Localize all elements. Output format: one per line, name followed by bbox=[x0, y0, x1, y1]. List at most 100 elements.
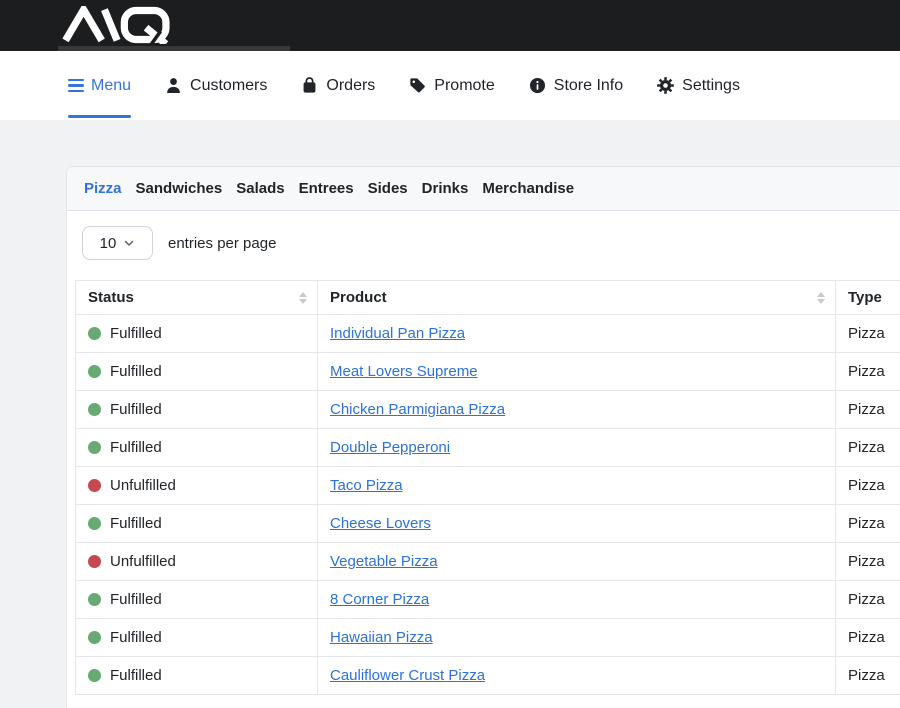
category-tab[interactable]: Sides bbox=[368, 180, 408, 197]
status-cell: Fulfilled bbox=[76, 391, 318, 429]
category-tab[interactable]: Merchandise bbox=[482, 180, 574, 197]
status-dot bbox=[88, 479, 101, 492]
type-cell: Pizza bbox=[836, 467, 900, 505]
column-header-status[interactable]: Status bbox=[76, 281, 318, 315]
product-link[interactable]: Cauliflower Crust Pizza bbox=[330, 667, 485, 684]
type-cell: Pizza bbox=[836, 581, 900, 619]
column-header-type[interactable]: Type bbox=[836, 281, 900, 315]
product-cell: Vegetable Pizza bbox=[318, 543, 836, 581]
chevron-down-icon bbox=[123, 237, 135, 249]
page-body: Pizza Sandwiches Salads Entrees Sides bbox=[0, 120, 900, 708]
column-header-product[interactable]: Product bbox=[318, 281, 836, 315]
sort-icon[interactable] bbox=[299, 292, 307, 304]
nav-item-label: Orders bbox=[326, 77, 375, 95]
status-label: Unfulfilled bbox=[110, 553, 176, 570]
type-cell: Pizza bbox=[836, 429, 900, 467]
bag-icon bbox=[300, 76, 319, 95]
status-dot bbox=[88, 593, 101, 606]
status-label: Fulfilled bbox=[110, 401, 162, 418]
category-tab[interactable]: Salads bbox=[236, 180, 284, 197]
category-tab[interactable]: Entrees bbox=[299, 180, 354, 197]
product-cell: Cauliflower Crust Pizza bbox=[318, 657, 836, 695]
category-tab-label: Merchandise bbox=[482, 180, 574, 197]
category-tab-label: Sides bbox=[368, 180, 408, 197]
category-tab-label: Salads bbox=[236, 180, 284, 197]
category-tab[interactable]: Sandwiches bbox=[136, 180, 223, 197]
status-cell: Fulfilled bbox=[76, 505, 318, 543]
person-icon bbox=[164, 76, 183, 95]
nav-item-label: Promote bbox=[434, 77, 494, 95]
product-link[interactable]: Hawaiian Pizza bbox=[330, 629, 433, 646]
table-row: Unfulfilled Vegetable Pizza Pizza bbox=[76, 543, 900, 581]
column-header-label: Product bbox=[330, 289, 387, 306]
status-label: Fulfilled bbox=[110, 591, 162, 608]
product-link[interactable]: Taco Pizza bbox=[330, 477, 403, 494]
status-dot bbox=[88, 555, 101, 568]
status-dot bbox=[88, 441, 101, 454]
type-label: Pizza bbox=[848, 401, 885, 418]
nav-item-store-info[interactable]: Store Info bbox=[528, 51, 623, 120]
status-cell: Unfulfilled bbox=[76, 543, 318, 581]
status-label: Fulfilled bbox=[110, 667, 162, 684]
products-table: Status Product Type bbox=[75, 280, 900, 695]
status-cell: Fulfilled bbox=[76, 429, 318, 467]
nav-item-settings[interactable]: Settings bbox=[656, 51, 740, 120]
nav-item-customers[interactable]: Customers bbox=[164, 51, 267, 120]
type-cell: Pizza bbox=[836, 391, 900, 429]
status-label: Fulfilled bbox=[110, 325, 162, 342]
status-label: Fulfilled bbox=[110, 629, 162, 646]
category-tab[interactable]: Drinks bbox=[422, 180, 469, 197]
table-controls: 10 entries per page bbox=[67, 211, 900, 260]
product-cell: 8 Corner Pizza bbox=[318, 581, 836, 619]
entries-per-page-value: 10 bbox=[100, 235, 117, 252]
nav-item-promote[interactable]: Promote bbox=[408, 51, 494, 120]
product-link[interactable]: Meat Lovers Supreme bbox=[330, 363, 478, 380]
product-cell: Double Pepperoni bbox=[318, 429, 836, 467]
product-link[interactable]: Double Pepperoni bbox=[330, 439, 450, 456]
status-cell: Fulfilled bbox=[76, 315, 318, 353]
type-label: Pizza bbox=[848, 553, 885, 570]
status-dot bbox=[88, 403, 101, 416]
column-header-label: Type bbox=[848, 289, 882, 306]
nav-item-menu[interactable]: Menu bbox=[68, 51, 131, 120]
aiq-logo bbox=[59, 6, 177, 49]
product-link[interactable]: Individual Pan Pizza bbox=[330, 325, 465, 342]
type-label: Pizza bbox=[848, 629, 885, 646]
type-cell: Pizza bbox=[836, 315, 900, 353]
type-label: Pizza bbox=[848, 667, 885, 684]
category-tab-label: Pizza bbox=[84, 180, 122, 197]
menu-card: Pizza Sandwiches Salads Entrees Sides bbox=[66, 166, 900, 708]
products-table-wrap: Status Product Type bbox=[75, 280, 900, 695]
nav-item-orders[interactable]: Orders bbox=[300, 51, 375, 120]
status-label: Fulfilled bbox=[110, 515, 162, 532]
product-cell: Chicken Parmigiana Pizza bbox=[318, 391, 836, 429]
product-link[interactable]: Cheese Lovers bbox=[330, 515, 431, 532]
sort-icon[interactable] bbox=[817, 292, 825, 304]
status-dot bbox=[88, 669, 101, 682]
type-cell: Pizza bbox=[836, 657, 900, 695]
status-cell: Unfulfilled bbox=[76, 467, 318, 505]
nav-item-label: Customers bbox=[190, 77, 267, 95]
product-cell: Individual Pan Pizza bbox=[318, 315, 836, 353]
info-circle-icon bbox=[528, 76, 547, 95]
product-link[interactable]: Vegetable Pizza bbox=[330, 553, 438, 570]
gear-icon bbox=[656, 76, 675, 95]
status-dot bbox=[88, 365, 101, 378]
product-link[interactable]: Chicken Parmigiana Pizza bbox=[330, 401, 505, 418]
table-row: Fulfilled 8 Corner Pizza Pizza bbox=[76, 581, 900, 619]
status-dot bbox=[88, 631, 101, 644]
category-tab[interactable]: Pizza bbox=[84, 180, 122, 197]
table-row: Fulfilled Hawaiian Pizza Pizza bbox=[76, 619, 900, 657]
tag-icon bbox=[408, 76, 427, 95]
column-header-label: Status bbox=[88, 289, 134, 306]
category-tab-label: Entrees bbox=[299, 180, 354, 197]
product-cell: Taco Pizza bbox=[318, 467, 836, 505]
type-label: Pizza bbox=[848, 477, 885, 494]
status-label: Unfulfilled bbox=[110, 477, 176, 494]
table-row: Fulfilled Double Pepperoni Pizza bbox=[76, 429, 900, 467]
product-link[interactable]: 8 Corner Pizza bbox=[330, 591, 429, 608]
type-cell: Pizza bbox=[836, 543, 900, 581]
table-row: Unfulfilled Taco Pizza Pizza bbox=[76, 467, 900, 505]
type-label: Pizza bbox=[848, 325, 885, 342]
entries-per-page-select[interactable]: 10 bbox=[82, 226, 153, 260]
